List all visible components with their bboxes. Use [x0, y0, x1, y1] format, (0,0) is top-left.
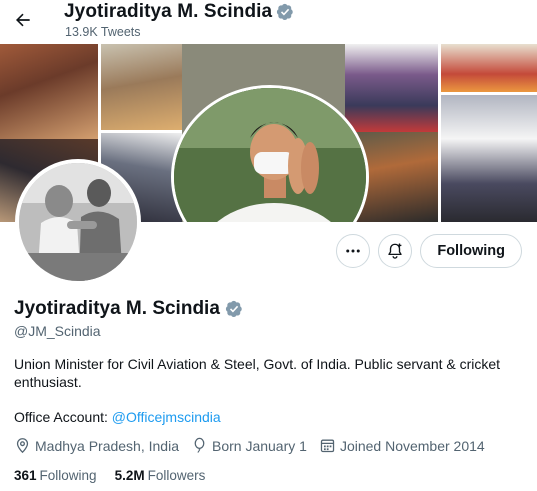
joined-item: Joined November 2014	[319, 437, 485, 454]
office-account-link[interactable]: @Officejmscindia	[112, 409, 221, 425]
follow-stats: 361 Following 5.2M Followers	[14, 468, 223, 483]
birthday-text: Born January 1	[211, 437, 307, 454]
profile-name-row: Jyotiraditya M. Scindia	[14, 298, 243, 320]
verified-badge-icon[interactable]	[276, 3, 294, 21]
following-link[interactable]: 361 Following	[14, 468, 97, 483]
birthday-item: Born January 1	[191, 437, 307, 454]
banner-divider	[440, 92, 537, 95]
notifications-button[interactable]	[378, 234, 413, 268]
banner-tile	[440, 44, 537, 94]
back-button[interactable]	[8, 5, 38, 35]
profile-avatar[interactable]	[15, 159, 141, 285]
back-arrow-icon	[16, 13, 30, 27]
more-icon	[346, 249, 361, 253]
header-title-row: Jyotiraditya M. Scindia	[64, 1, 294, 23]
banner-divider	[100, 130, 182, 133]
location-item: Madhya Pradesh, India	[14, 437, 179, 454]
more-button[interactable]	[336, 234, 371, 268]
birthday-balloon-icon	[194, 437, 205, 453]
followers-label: Followers	[147, 468, 206, 483]
tweet-count: 13.9K Tweets	[65, 25, 141, 39]
office-account-label: Office Account:	[14, 409, 112, 425]
banner-tile	[440, 94, 537, 222]
following-count: 361	[14, 468, 37, 483]
verified-badge-icon[interactable]	[225, 300, 243, 318]
header-name: Jyotiraditya M. Scindia	[64, 1, 273, 22]
notification-bell-icon	[388, 243, 403, 259]
location-pin-icon	[16, 438, 29, 454]
followers-link[interactable]: 5.2M Followers	[115, 468, 206, 483]
banner-portrait	[171, 85, 369, 222]
profile-bio: Union Minister for Civil Aviation & Stee…	[14, 356, 501, 390]
calendar-icon	[320, 439, 335, 453]
profile-meta: Madhya Pradesh, India Born January 1 Joi…	[14, 437, 497, 454]
banner-tile	[345, 44, 440, 132]
location-text: Madhya Pradesh, India	[35, 437, 179, 454]
banner-divider	[438, 44, 441, 222]
profile-actions: Following	[336, 234, 522, 268]
profile-name: Jyotiraditya M. Scindia	[14, 298, 220, 319]
top-bar: Jyotiraditya M. Scindia 13.9K Tweets	[0, 0, 537, 44]
joined-text: Joined November 2014	[339, 437, 485, 454]
office-account-line: Office Account: @Officejmscindia	[14, 409, 221, 425]
following-label: Following	[39, 468, 97, 483]
profile-handle: @JM_Scindia	[14, 323, 101, 339]
banner-tile	[100, 44, 182, 132]
following-button[interactable]: Following	[420, 234, 522, 268]
banner-tile	[0, 44, 100, 139]
followers-count: 5.2M	[114, 468, 145, 483]
